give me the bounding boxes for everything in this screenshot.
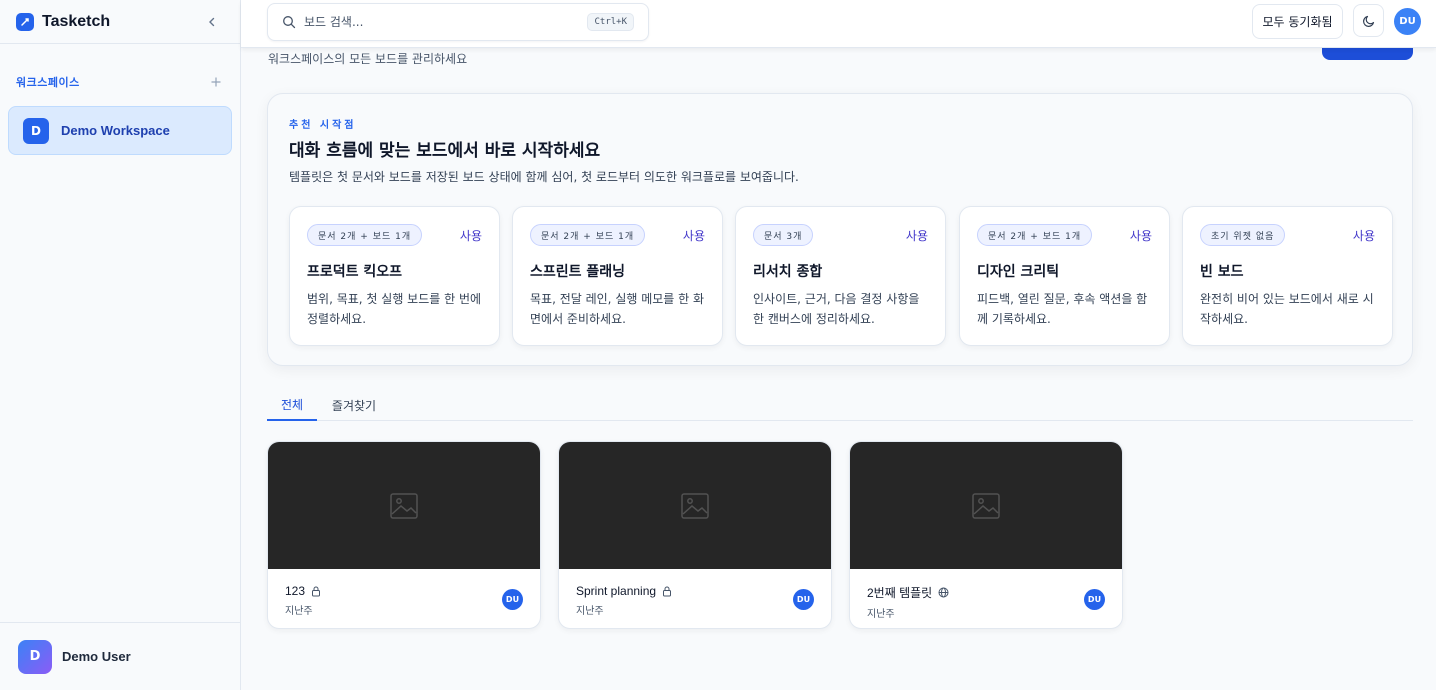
template-title: 프로덕트 킥오프 [307,264,403,280]
board-card[interactable]: Sprint planning 지난주 DU [558,441,832,629]
lock-icon [311,586,321,597]
board-title-row: 123 [285,584,321,598]
workspace-item-demo[interactable]: D Demo Workspace [8,106,232,155]
workspace-section-header: 워크스페이스 [0,74,240,90]
board-card[interactable]: 123 지난주 DU [267,441,541,629]
globe-icon [938,587,949,598]
template-description: 인사이트, 근거, 다음 결정 사항을 한 캔버스에 정리하세요. [753,292,920,326]
board-owner-avatar: DU [793,589,814,610]
page-subtitle: 워크스페이스의 모든 보드를 관리하세요 [268,52,468,66]
search-icon [283,16,296,29]
template-card-blank-board[interactable]: 초기 위젯 없음 사용 빈 보드 완전히 비어 있는 보드에서 새로 시작하세요… [1182,206,1393,346]
template-title: 빈 보드 [1200,264,1244,280]
board-thumbnail [850,442,1122,569]
board-info: 2번째 템플릿 지난주 [867,584,949,620]
app-name: Tasketch [42,12,111,30]
template-description: 피드백, 열린 질문, 후속 액션을 함께 기록하세요. [977,292,1148,326]
board-filter-tabs: 전체 즐겨찾기 [267,389,1413,421]
use-template-button[interactable]: 사용 [906,227,928,244]
template-badge: 문서 2개 + 보드 1개 [977,224,1093,246]
user-name: Demo User [62,649,131,664]
template-card-design-critique[interactable]: 문서 2개 + 보드 1개 사용 디자인 크리틱 피드백, 열린 질문, 후속 … [959,206,1170,346]
use-template-button[interactable]: 사용 [1130,227,1152,244]
chevron-left-icon [209,17,215,26]
template-description: 범위, 목표, 첫 실행 보드를 한 번에 정렬하세요. [307,292,482,326]
tab-favorites[interactable]: 즐겨찾기 [321,389,387,421]
board-updated-time: 지난주 [867,609,895,620]
sync-status-button[interactable]: 모두 동기화됨 [1252,4,1343,39]
account-avatar[interactable]: DU [1394,8,1421,35]
featured-templates: 추천 시작점 대화 흐름에 맞는 보드에서 바로 시작하세요 템플릿은 첫 문서… [267,93,1413,366]
template-badge: 문서 3개 [753,224,814,246]
user-avatar: D [18,639,52,674]
featured-description: 템플릿은 첫 문서와 보드를 저장된 보드 상태에 함께 심어, 첫 로드부터 … [289,170,799,184]
featured-title: 대화 흐름에 맞는 보드에서 바로 시작하세요 [289,141,601,161]
theme-toggle-button[interactable] [1353,4,1384,37]
use-template-button[interactable]: 사용 [683,227,705,244]
template-card-product-kickoff[interactable]: 문서 2개 + 보드 1개 사용 프로덕트 킥오프 범위, 목표, 첫 실행 보… [289,206,500,346]
plus-icon [211,77,221,86]
board-title: 2번째 템플릿 [867,586,933,600]
lock-icon [662,586,672,597]
board-owner-avatar: DU [1084,589,1105,610]
board-title: Sprint planning [576,584,657,598]
board-title-row: Sprint planning [576,584,672,598]
board-thumbnail [268,442,540,569]
topbar: Ctrl+K 모두 동기화됨 DU [241,0,1436,48]
board-title-row: 2번째 템플릿 [867,584,949,601]
tab-all[interactable]: 전체 [267,389,317,421]
board-thumbnail [559,442,831,569]
template-title: 리서치 종합 [753,264,823,280]
workspace-avatar: D [23,117,49,144]
add-workspace-button[interactable] [208,73,224,92]
board-updated-time: 지난주 [576,606,604,617]
board-title: 123 [285,584,306,598]
tasketch-logo-icon [16,12,34,31]
template-title: 디자인 크리틱 [977,264,1060,280]
template-badge: 문서 2개 + 보드 1개 [307,224,423,246]
template-badge: 문서 2개 + 보드 1개 [530,224,646,246]
board-owner-avatar: DU [502,589,523,610]
template-card-research-synthesis[interactable]: 문서 3개 사용 리서치 종합 인사이트, 근거, 다음 결정 사항을 한 캔버… [735,206,946,346]
featured-eyebrow: 추천 시작점 [289,120,357,131]
template-description: 완전히 비어 있는 보드에서 새로 시작하세요. [1200,292,1374,326]
template-title: 스프린트 플래닝 [530,264,626,280]
brand-header: Tasketch [0,0,240,44]
board-search[interactable]: Ctrl+K [267,3,649,41]
user-profile-button[interactable]: D Demo User [0,622,240,690]
main-content: Ctrl+K 모두 동기화됨 DU 워크스페이스의 모든 보드를 관리하세요 추… [241,0,1436,690]
image-placeholder-icon [972,492,1000,519]
use-template-button[interactable]: 사용 [460,227,482,244]
workspace-name: Demo Workspace [61,123,170,138]
sidebar: Tasketch 워크스페이스 D Demo Workspace D Demo … [0,0,241,690]
template-description: 목표, 전달 레인, 실행 메모를 한 화면에서 준비하세요. [530,292,705,326]
board-info: 123 지난주 [285,584,321,617]
board-card[interactable]: 2번째 템플릿 지난주 DU [849,441,1123,629]
use-template-button[interactable]: 사용 [1353,227,1375,244]
search-shortcut-hint: Ctrl+K [587,13,634,31]
board-info: Sprint planning 지난주 [576,584,672,617]
template-badge: 초기 위젯 없음 [1200,224,1286,246]
template-card-sprint-planning[interactable]: 문서 2개 + 보드 1개 사용 스프린트 플래닝 목표, 전달 레인, 실행 … [512,206,723,346]
collapse-sidebar-button[interactable] [200,10,224,34]
moon-icon [1362,15,1374,27]
image-placeholder-icon [681,492,709,519]
workspace-section-title: 워크스페이스 [16,76,80,89]
search-input[interactable] [304,15,588,29]
image-placeholder-icon [390,492,418,519]
board-updated-time: 지난주 [285,606,313,617]
